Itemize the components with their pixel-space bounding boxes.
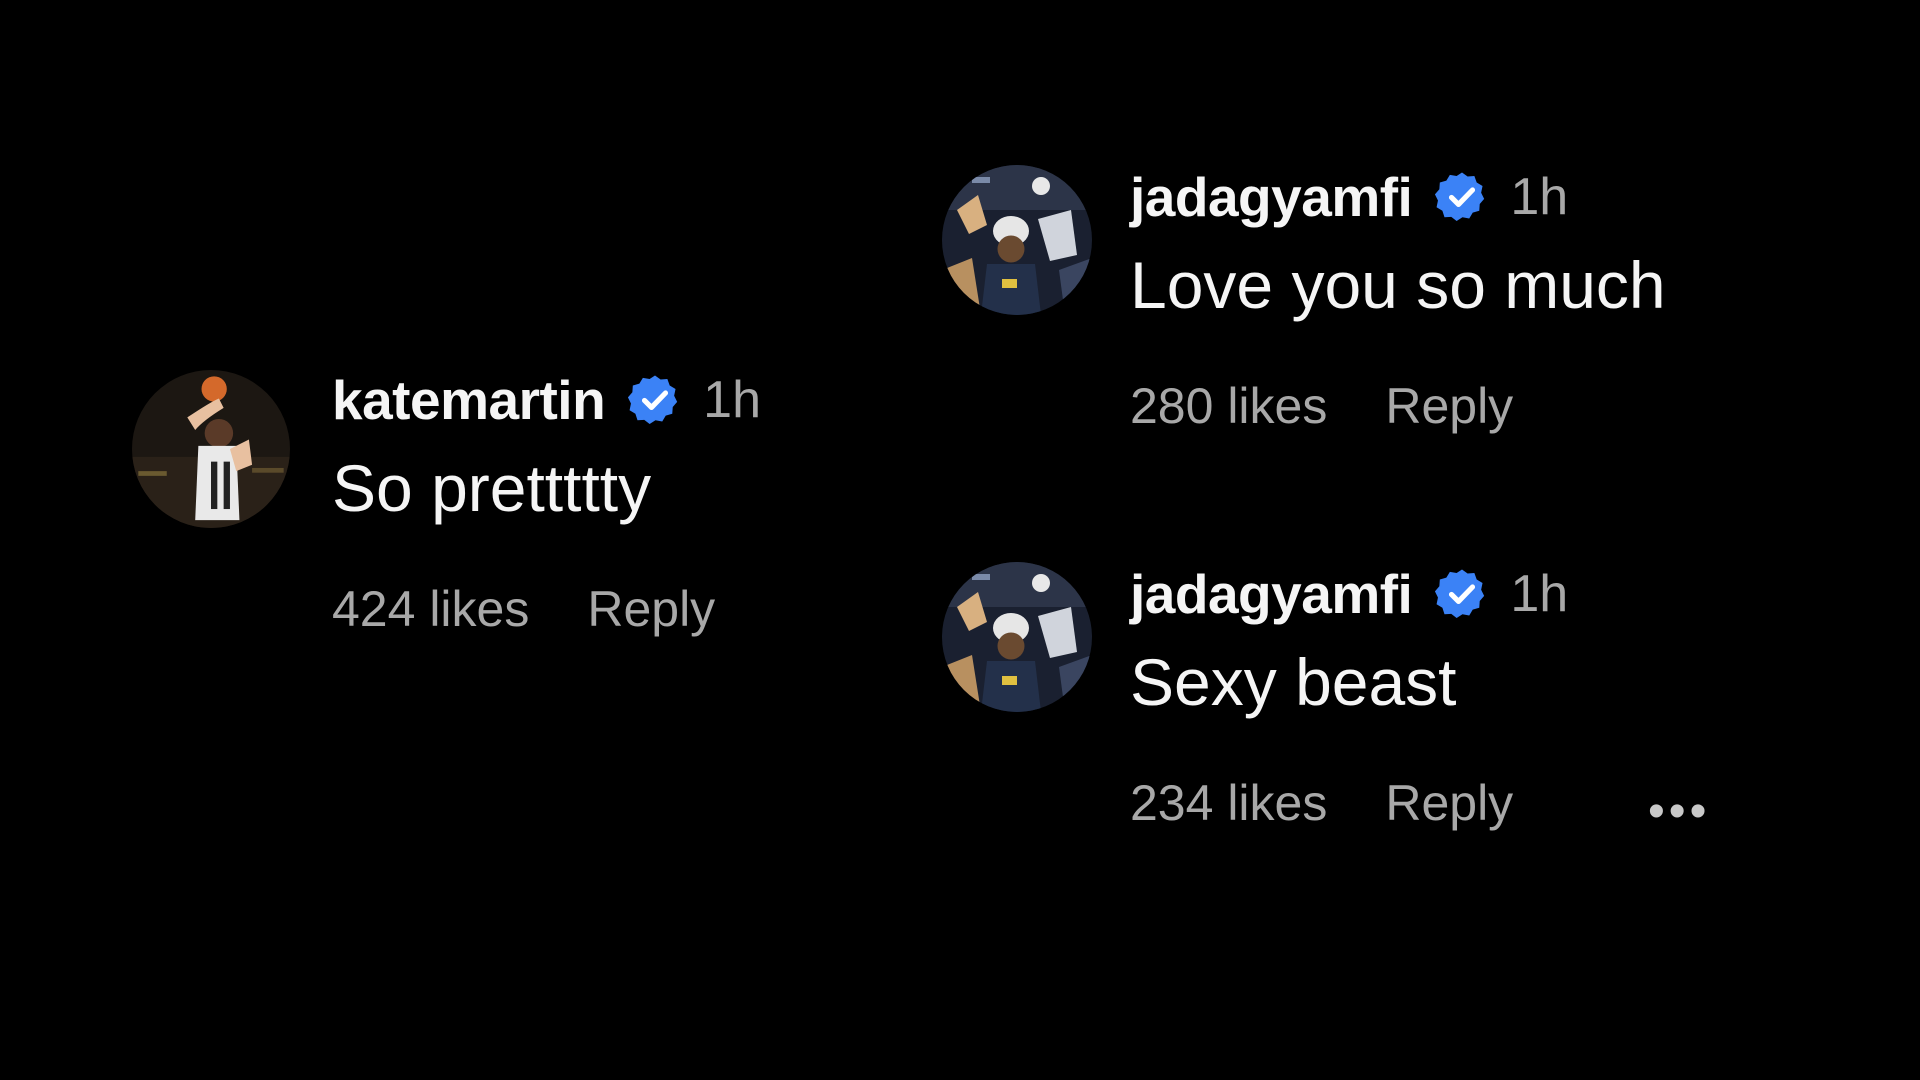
reply-button[interactable]: Reply	[1385, 377, 1513, 435]
username[interactable]: jadagyamfi	[1130, 562, 1413, 626]
reply-button[interactable]: Reply	[587, 580, 715, 638]
comment-meta: 280 likes Reply	[1130, 377, 1666, 435]
likes-count[interactable]: 234 likes	[1130, 774, 1327, 832]
comment-jadagyamfi-2: jadagyamfi 1h Sexy beast 234 likes Reply	[942, 562, 1568, 832]
avatar[interactable]	[132, 370, 290, 528]
comment-text: Sexy beast	[1130, 645, 1457, 719]
avatar[interactable]	[942, 165, 1092, 315]
comment-jadagyamfi-1: jadagyamfi 1h Love you so much 280 likes…	[942, 165, 1666, 435]
comment-katemartin: katemartin 1h So prettttty 424 likes Rep…	[132, 368, 761, 638]
comment-body: jadagyamfi 1h Love you so much 280 likes…	[1130, 165, 1666, 435]
comment-meta: 424 likes Reply	[332, 580, 761, 638]
reply-button[interactable]: Reply	[1385, 774, 1513, 832]
verified-badge-icon	[1434, 566, 1490, 622]
verified-badge-icon	[627, 372, 683, 428]
comment-text: So prettttty	[332, 451, 652, 525]
comment-header: jadagyamfi 1h	[1130, 165, 1666, 229]
likes-count[interactable]: 280 likes	[1130, 377, 1327, 435]
username[interactable]: jadagyamfi	[1130, 165, 1413, 229]
avatar-image	[942, 562, 1092, 712]
comment-body: jadagyamfi 1h Sexy beast 234 likes Reply	[1130, 562, 1568, 832]
comment-body: katemartin 1h So prettttty 424 likes Rep…	[332, 368, 761, 638]
username[interactable]: katemartin	[332, 368, 606, 432]
comment-meta: 234 likes Reply	[1130, 774, 1568, 832]
timestamp: 1h	[703, 371, 762, 429]
verified-badge-icon	[1434, 169, 1490, 225]
avatar[interactable]	[942, 562, 1092, 712]
comment-text: Love you so much	[1130, 248, 1666, 322]
more-options-icon[interactable]: •••	[1648, 784, 1710, 839]
comment-header: jadagyamfi 1h	[1130, 562, 1568, 626]
comment-header: katemartin 1h	[332, 368, 761, 432]
avatar-image	[132, 370, 290, 528]
timestamp: 1h	[1510, 565, 1569, 623]
timestamp: 1h	[1510, 168, 1569, 226]
likes-count[interactable]: 424 likes	[332, 580, 529, 638]
avatar-image	[942, 165, 1092, 315]
